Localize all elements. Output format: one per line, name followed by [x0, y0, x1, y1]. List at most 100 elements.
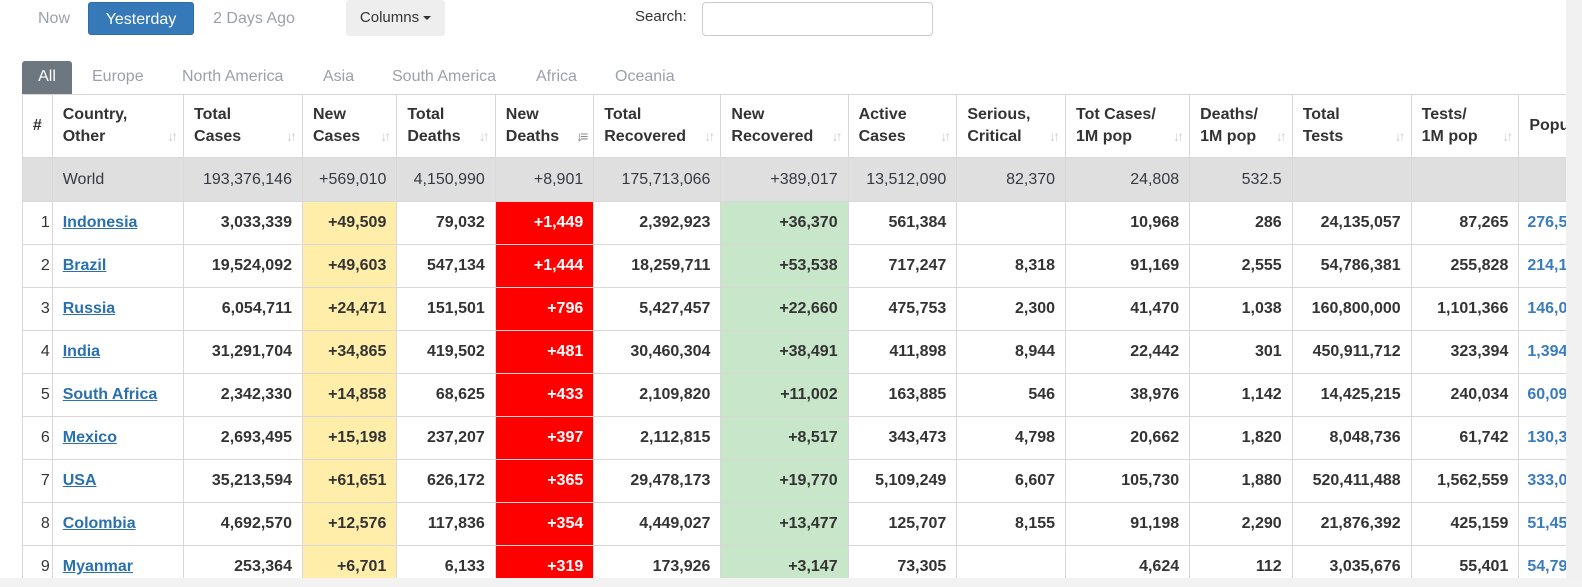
header-total-deaths[interactable]: Total Deaths ↓↑: [396, 94, 496, 158]
serious-critical-cell: 6,607: [956, 459, 1067, 503]
country-link[interactable]: Myanmar: [63, 558, 133, 575]
country-link[interactable]: Mexico: [63, 429, 117, 446]
sort-arrows-icon: ↓↑: [380, 128, 391, 144]
country-link[interactable]: India: [63, 343, 100, 360]
header-tests-per-1m[interactable]: Tests/1M pop ↓↑: [1410, 94, 1520, 158]
deaths-per-1m-cell: 1,038: [1189, 287, 1293, 331]
total-deaths-cell: 419,502: [396, 330, 496, 374]
tests-per-1m-cell: 1,562,559: [1410, 459, 1520, 503]
deaths-per-1m-cell: 1,142: [1189, 373, 1293, 417]
row-index: 4: [22, 330, 53, 374]
table-row: 6 Mexico 2,693,495 +15,198 237,207 +397 2,112,…: [22, 416, 1582, 460]
world-index: [22, 157, 53, 202]
sort-arrows-icon: ↓↑: [831, 128, 843, 144]
new-deaths-cell: +319: [494, 545, 595, 578]
columns-button-label: Columns: [359, 9, 420, 26]
tests-per-1m-cell: 1,101,366: [1410, 287, 1520, 331]
active-cases-cell: 561,384: [847, 201, 958, 245]
sort-arrows-icon: ↓↑: [1275, 128, 1287, 144]
caret-down-icon: [423, 16, 432, 21]
new-deaths-cell: +481: [494, 330, 595, 374]
tab-all[interactable]: All: [22, 61, 72, 94]
total-tests-cell: 54,786,381: [1291, 244, 1412, 288]
new-recovered-cell: +22,660: [720, 287, 849, 331]
yesterday-button[interactable]: Yesterday: [88, 2, 194, 35]
tab-africa[interactable]: Africa: [536, 61, 577, 94]
row-index: 6: [22, 416, 53, 460]
sort-arrows-icon: ↓↑: [478, 128, 490, 144]
world-total-deaths: 4,150,990: [396, 157, 496, 202]
two-days-ago-button[interactable]: 2 Days Ago: [198, 2, 310, 35]
tab-asia[interactable]: Asia: [323, 61, 354, 94]
total-deaths-cell: 6,133: [396, 545, 496, 578]
total-deaths-cell: 68,625: [396, 373, 496, 417]
header-deaths-per-1m[interactable]: Deaths/1M pop ↓↑: [1189, 94, 1293, 158]
now-button[interactable]: Now: [24, 2, 84, 35]
active-cases-cell: 73,305: [847, 545, 958, 578]
total-tests-cell: 450,911,712: [1291, 330, 1412, 374]
header-tot-cases-per-1m[interactable]: Tot Cases/1M pop ↓↑: [1065, 94, 1191, 158]
new-deaths-cell: +1,444: [494, 244, 595, 288]
covid-table: # Country, Other ↓↑ Total Cases ↓↑ New Cases ↓…: [22, 94, 1582, 578]
total-deaths-cell: 547,134: [396, 244, 496, 288]
country-link[interactable]: Russia: [63, 300, 115, 317]
country-link[interactable]: Colombia: [63, 515, 136, 532]
horizontal-scrollbar[interactable]: [0, 578, 1582, 587]
country-link[interactable]: Indonesia: [63, 214, 138, 231]
country-link[interactable]: Brazil: [63, 257, 107, 274]
tests-per-1m-cell: 255,828: [1410, 244, 1520, 288]
header-index[interactable]: #: [22, 94, 53, 158]
header-active-cases[interactable]: Active Cases ↓↑: [847, 94, 958, 158]
world-tests-1m: [1410, 157, 1520, 202]
new-deaths-cell: +1,449: [494, 201, 595, 245]
country-cell: USA: [51, 459, 185, 503]
header-total-recovered[interactable]: Total Recovered ↓↑: [593, 94, 722, 158]
header-new-cases[interactable]: New Cases ↓↑: [301, 94, 398, 158]
total-recovered-cell: 2,392,923: [593, 201, 722, 245]
country-link[interactable]: South Africa: [63, 386, 158, 403]
country-cell: Brazil: [51, 244, 185, 288]
tab-europe[interactable]: Europe: [92, 61, 144, 94]
new-cases-cell: +49,509: [301, 201, 398, 245]
new-cases-cell: +61,651: [301, 459, 398, 503]
tab-north-america[interactable]: North America: [182, 61, 283, 94]
tab-south-america[interactable]: South America: [392, 61, 496, 94]
header-new-recovered[interactable]: New Recovered ↓↑: [720, 94, 849, 158]
tot-cases-per-1m-cell: 38,976: [1065, 373, 1191, 417]
columns-dropdown-button[interactable]: Columns: [346, 0, 445, 36]
header-total-tests[interactable]: Total Tests ↓↑: [1291, 94, 1412, 158]
total-deaths-cell: 117,836: [396, 502, 496, 546]
country-cell: Myanmar: [51, 545, 185, 578]
total-cases-cell: 6,054,711: [183, 287, 303, 331]
header-new-deaths[interactable]: New Deaths ↓≡: [494, 94, 595, 158]
country-link[interactable]: USA: [63, 472, 97, 489]
row-index: 2: [22, 244, 53, 288]
row-index: 5: [22, 373, 53, 417]
table-row: 5 South Africa 2,342,330 +14,858 68,625 +433 2…: [22, 373, 1582, 417]
header-total-cases[interactable]: Total Cases ↓↑: [183, 94, 303, 158]
tests-per-1m-cell: 425,159: [1410, 502, 1520, 546]
new-recovered-cell: +3,147: [720, 545, 849, 578]
serious-critical-cell: [956, 545, 1067, 578]
total-deaths-cell: 626,172: [396, 459, 496, 503]
total-deaths-cell: 237,207: [396, 416, 496, 460]
tab-oceania[interactable]: Oceania: [615, 61, 675, 94]
vertical-scrollbar[interactable]: [1566, 0, 1582, 578]
new-recovered-cell: +11,002: [720, 373, 849, 417]
total-cases-cell: 2,693,495: [183, 416, 303, 460]
search-input[interactable]: [702, 2, 933, 36]
total-cases-cell: 31,291,704: [183, 330, 303, 374]
tot-cases-per-1m-cell: 41,470: [1065, 287, 1191, 331]
serious-critical-cell: 8,944: [956, 330, 1067, 374]
total-recovered-cell: 5,427,457: [593, 287, 722, 331]
deaths-per-1m-cell: 2,555: [1189, 244, 1293, 288]
serious-critical-cell: 8,155: [956, 502, 1067, 546]
world-active-cases: 13,512,090: [847, 157, 958, 202]
country-cell: Russia: [51, 287, 185, 331]
header-country[interactable]: Country, Other ↓↑: [51, 94, 185, 158]
header-serious-critical[interactable]: Serious, Critical ↓↑: [956, 94, 1067, 158]
total-recovered-cell: 29,478,173: [593, 459, 722, 503]
table-row: 8 Colombia 4,692,570 +12,576 117,836 +354 4,44…: [22, 502, 1582, 546]
tot-cases-per-1m-cell: 4,624: [1065, 545, 1191, 578]
active-cases-cell: 163,885: [847, 373, 958, 417]
